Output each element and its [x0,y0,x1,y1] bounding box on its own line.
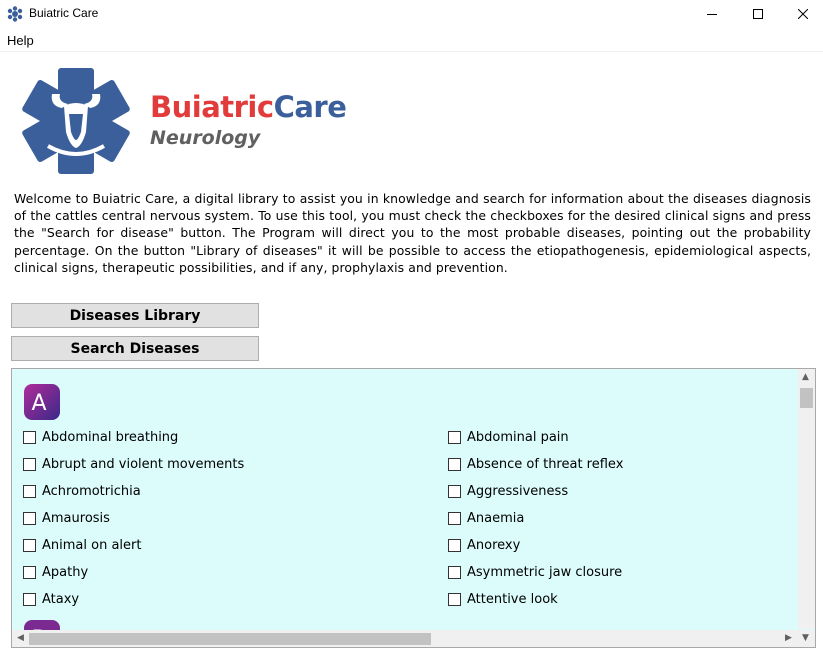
clinical-sign-item[interactable]: Abdominal breathing [23,428,178,446]
section-letter: A [31,391,46,416]
clinical-sign-label: Achromotrichia [42,483,141,499]
checkbox[interactable] [448,511,461,525]
app-icon [7,6,23,22]
clinical-sign-label: Asymmetric jaw closure [467,564,623,580]
logo-subtitle: Neurology [150,127,261,149]
checkbox[interactable] [23,592,36,606]
checkbox[interactable] [23,484,36,498]
checkbox[interactable] [448,592,461,606]
window-title: Buiatric Care [29,6,99,20]
logo-brand-blue: Care [273,90,347,124]
clinical-sign-label: Abrupt and violent movements [42,456,245,472]
checkbox[interactable] [448,565,461,579]
clinical-sign-label: Absence of threat reflex [467,456,624,472]
scroll-down-icon[interactable]: ▼ [802,633,809,643]
clinical-sign-label: Animal on alert [42,537,142,553]
minimize-button[interactable] [689,0,735,28]
logo-emblem-icon [22,68,130,174]
clinical-sign-label: Amaurosis [42,510,110,526]
horizontal-scroll-thumb[interactable] [29,633,431,645]
clinical-sign-item[interactable]: Attentive look [448,590,558,608]
logo-brand-red: Buiatric [150,90,274,124]
clinical-sign-item[interactable]: Abdominal pain [448,428,569,446]
clinical-sign-item[interactable]: Aggressiveness [448,482,568,500]
clinical-sign-item[interactable]: Achromotrichia [23,482,141,500]
clinical-sign-item[interactable]: Ataxy [23,590,79,608]
minimize-icon [707,14,717,15]
diseases-library-button[interactable]: Diseases Library [11,303,259,328]
checkbox[interactable] [448,457,461,471]
clinical-sign-label: Attentive look [467,591,558,607]
clinical-sign-label: Anaemia [467,510,525,526]
menu-help[interactable]: Help [7,33,34,48]
horizontal-scrollbar[interactable]: ◀ ▶ [12,630,798,647]
scroll-corner: ▼ [798,630,815,647]
search-diseases-button[interactable]: Search Diseases [11,336,259,361]
scroll-up-icon[interactable]: ▲ [802,372,809,382]
clinical-sign-label: Aggressiveness [467,483,569,499]
clinical-sign-item[interactable]: Anaemia [448,509,524,527]
title-bar: Buiatric Care [0,0,823,28]
maximize-button[interactable] [735,0,781,28]
clinical-sign-item[interactable]: Asymmetric jaw closure [448,563,622,581]
close-icon [798,9,808,19]
menu-bar: Help [0,30,823,52]
maximize-icon [753,9,763,19]
checkbox[interactable] [448,538,461,552]
clinical-sign-item[interactable]: Abrupt and violent movements [23,455,244,473]
clinical-sign-label: Ataxy [42,591,80,607]
checkbox[interactable] [448,484,461,498]
clinical-sign-label: Anorexy [467,537,521,553]
checkbox[interactable] [23,457,36,471]
checkbox[interactable] [23,538,36,552]
checkbox[interactable] [23,430,36,444]
checkbox[interactable] [23,565,36,579]
clinical-sign-label: Apathy [42,564,89,580]
app-logo: BuiatricCare Neurology [12,66,360,176]
clinical-signs-panel[interactable]: A Abdominal breathing Abrupt and violent … [11,368,816,648]
clinical-sign-item[interactable]: Absence of threat reflex [448,455,623,473]
clinical-sign-item[interactable]: Amaurosis [23,509,110,527]
clinical-sign-item[interactable]: Anorexy [448,536,520,554]
section-letter-a-icon: A [24,384,60,420]
vertical-scroll-thumb[interactable] [800,388,813,408]
clinical-sign-item[interactable]: Apathy [23,563,88,581]
logo-wordmark: BuiatricCare [150,90,347,124]
scroll-left-icon[interactable]: ◀ [17,633,24,643]
scroll-right-icon[interactable]: ▶ [785,633,792,643]
vertical-scrollbar[interactable]: ▲ [798,369,815,629]
clinical-sign-label: Abdominal pain [467,429,569,445]
close-button[interactable] [780,0,823,28]
checkbox[interactable] [23,511,36,525]
checkbox[interactable] [448,430,461,444]
clinical-sign-label: Abdominal breathing [42,429,179,445]
intro-text: Welcome to Buiatric Care, a digital libr… [14,191,811,275]
clinical-sign-item[interactable]: Animal on alert [23,536,141,554]
